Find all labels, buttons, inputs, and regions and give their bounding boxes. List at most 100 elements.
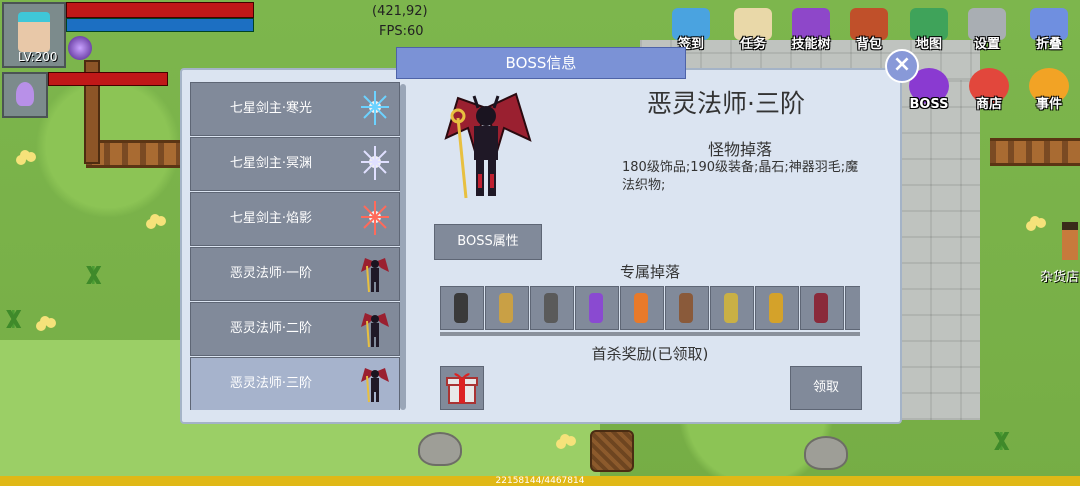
wooden-fence xyxy=(990,138,1080,166)
player-avatar[interactable]: LV:200 xyxy=(2,2,66,68)
shopkeeper-npc[interactable] xyxy=(1062,222,1078,260)
npc-label: 杂货店 xyxy=(1040,270,1080,285)
side-button-1[interactable]: 商店 xyxy=(966,68,1012,112)
reward-slot[interactable] xyxy=(440,366,484,410)
golden-bow-icon xyxy=(769,293,783,323)
menu-button-4[interactable]: 地图 xyxy=(906,6,952,52)
extra-item-icon xyxy=(859,293,860,323)
item-slot[interactable] xyxy=(800,286,844,330)
flame-sword-icon xyxy=(634,293,648,323)
claim-button[interactable]: 领取 xyxy=(790,366,862,410)
pet-avatar[interactable] xyxy=(2,72,48,118)
item-slot[interactable] xyxy=(485,286,529,330)
boss-name: 恶灵法师·三阶 xyxy=(647,89,805,118)
shield-icon xyxy=(544,293,558,323)
club-icon xyxy=(679,293,693,323)
boss-list-item[interactable]: 恶灵法师·一阶 xyxy=(190,247,400,301)
boss-list-item-name: 恶灵法师·一阶 xyxy=(229,266,313,281)
menu-button-label: 任务 xyxy=(739,37,766,52)
player-level: LV:200 xyxy=(18,50,58,64)
boss-list-item[interactable]: 七星剑主·焰影 xyxy=(190,192,400,246)
boss-thumbnail-icon xyxy=(361,313,389,348)
player-mana-bar xyxy=(66,18,254,32)
boss-list[interactable]: 七星剑主·寒光 七星剑主·冥渊 七星剑主·焰影 恶灵法师·一阶 恶灵法师·二阶 恶灵法师·… xyxy=(188,82,408,410)
menu-button-0[interactable]: 签到 xyxy=(668,6,714,52)
experience-bar: 22158144/4467814 xyxy=(0,476,1080,486)
item-slot[interactable] xyxy=(665,286,709,330)
boss-list-item[interactable]: 七星剑主·寒光 xyxy=(190,82,400,136)
menu-button-label: 设置 xyxy=(973,37,1000,52)
item-slot[interactable] xyxy=(620,286,664,330)
player-face xyxy=(18,12,50,52)
side-button-2[interactable]: 事件 xyxy=(1026,68,1072,112)
boss-list-item[interactable]: 七星剑主·冥渊 xyxy=(190,137,400,191)
boss-list-item[interactable]: 恶灵法师·三阶 xyxy=(190,357,400,410)
grass-tuft xyxy=(80,266,106,284)
boss-thumbnail-icon xyxy=(361,201,389,235)
dagger-icon xyxy=(589,293,603,323)
boss-list-item-name: 恶灵法师·三阶 xyxy=(229,376,313,391)
flower xyxy=(560,434,570,444)
tree-stump xyxy=(590,430,634,472)
menu-button-label: 背包 xyxy=(855,37,882,52)
menu-button-label: 技能树 xyxy=(791,37,831,52)
flower xyxy=(20,150,30,160)
flower xyxy=(150,214,160,224)
experience-text: 22158144/4467814 xyxy=(495,476,585,486)
armor-icon xyxy=(814,293,828,323)
wooden-fence xyxy=(86,140,182,168)
exclusive-drops-list[interactable] xyxy=(440,286,860,336)
drops-text: 180级饰品;190级装备;晶石;神器羽毛;魔法织物; xyxy=(622,160,859,193)
side-button-label: 商店 xyxy=(975,97,1002,112)
boss-thumbnail-icon xyxy=(361,368,389,403)
menu-button-2[interactable]: 技能树 xyxy=(788,6,834,52)
gift-box-icon xyxy=(446,373,478,404)
rock xyxy=(418,432,462,466)
boss-list-item-name: 七星剑主·寒光 xyxy=(229,101,313,116)
boss-thumbnail-icon xyxy=(361,146,389,180)
bow-icon xyxy=(499,293,513,323)
exclusive-drops-title: 专属掉落 xyxy=(619,263,680,281)
grass-tuft xyxy=(0,310,26,328)
boss-list-item-name: 恶灵法师·二阶 xyxy=(229,321,313,336)
item-slot[interactable] xyxy=(755,286,799,330)
item-slot[interactable] xyxy=(530,286,574,330)
drops-title: 怪物掉落 xyxy=(707,140,772,159)
map-coordinates: (421,92) xyxy=(372,4,428,19)
menu-button-1[interactable]: 任务 xyxy=(730,6,776,52)
menu-button-3[interactable]: 背包 xyxy=(846,6,892,52)
close-icon: × xyxy=(892,52,912,77)
boss-list-item[interactable]: 恶灵法师·二阶 xyxy=(190,302,400,356)
flower xyxy=(40,316,50,326)
first-kill-reward-title: 首杀奖励(已领取) xyxy=(591,345,709,363)
player-health-bar xyxy=(66,2,254,18)
item-slot[interactable] xyxy=(575,286,619,330)
boss-thumbnail-icon xyxy=(361,258,389,293)
flower xyxy=(1030,216,1040,226)
boss-thumbnail-icon xyxy=(361,91,389,125)
menu-button-label: 折叠 xyxy=(1035,37,1062,52)
item-slot[interactable] xyxy=(440,286,484,330)
menu-button-6[interactable]: 折叠 xyxy=(1026,6,1072,52)
side-button-label: 事件 xyxy=(1035,97,1062,112)
close-button[interactable]: × xyxy=(885,49,919,83)
grass-tuft xyxy=(988,432,1014,450)
dialog-title: BOSS信息 xyxy=(396,47,686,79)
boss-list-item-name: 七星剑主·焰影 xyxy=(229,211,313,226)
pet-health-bar xyxy=(48,72,168,86)
staff-icon xyxy=(454,293,468,323)
wand-icon xyxy=(724,293,738,323)
boss-list-scrollbar[interactable] xyxy=(400,84,406,410)
item-slot[interactable] xyxy=(710,286,754,330)
menu-button-5[interactable]: 设置 xyxy=(964,6,1010,52)
side-button-label: BOSS xyxy=(909,97,949,112)
ghost-pet-icon xyxy=(16,82,34,106)
item-slot[interactable] xyxy=(845,286,860,330)
fps-counter: FPS:60 xyxy=(379,24,424,39)
menu-button-label: 地图 xyxy=(915,37,942,52)
boss-list-item-name: 七星剑主·冥渊 xyxy=(229,156,313,171)
rock xyxy=(804,436,848,470)
boss-attributes-button[interactable]: BOSS属性 xyxy=(434,224,542,260)
skill-orb-icon[interactable] xyxy=(68,36,92,60)
boss-portrait xyxy=(444,92,532,199)
